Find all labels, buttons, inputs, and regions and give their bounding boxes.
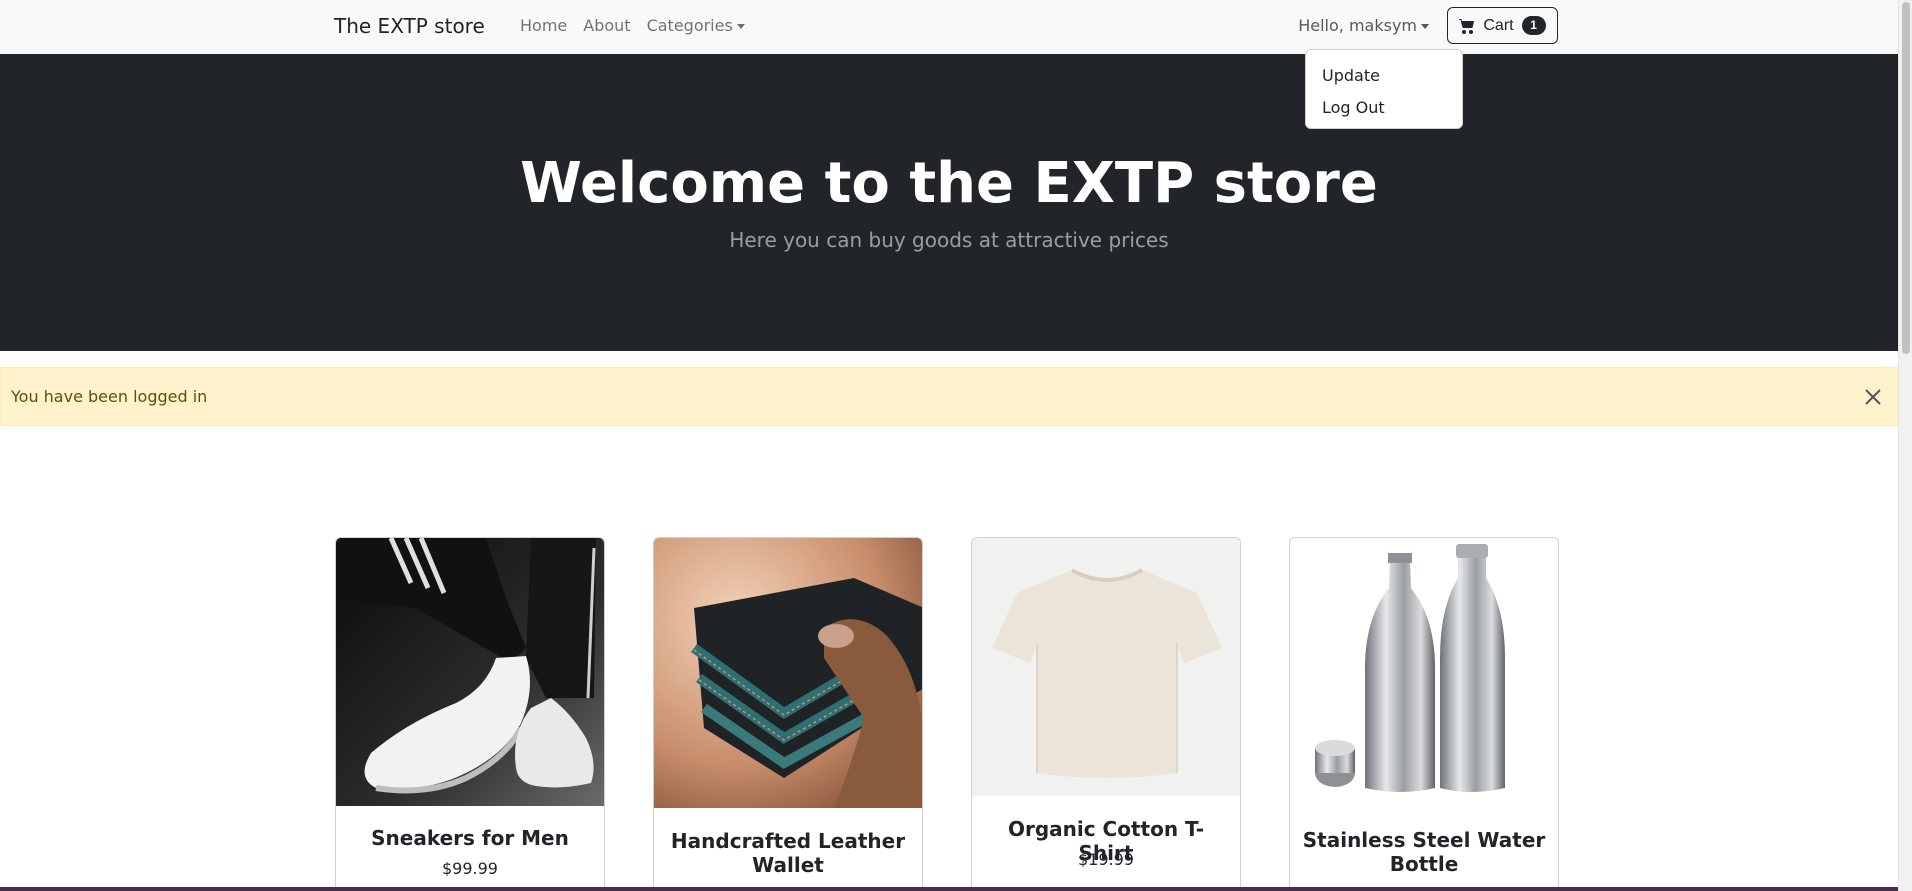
nav-link-home[interactable]: Home (520, 16, 567, 36)
product-card-sneakers[interactable]: Sneakers for Men $99.99 (335, 537, 605, 891)
wallet-image (654, 538, 922, 808)
product-card-tshirt[interactable]: Organic Cotton T-Shirt $19.99 (971, 537, 1241, 891)
scrollbar-thumb[interactable] (1902, 2, 1910, 354)
nav-link-about[interactable]: About (583, 16, 630, 36)
user-menu-toggle[interactable]: Hello, maksym (1298, 16, 1429, 36)
navbar-container: The EXTP store Home About Categories Hel… (334, 0, 1558, 54)
product-price: $19.99 (1078, 850, 1134, 869)
product-price: $99.99 (442, 859, 498, 878)
product-title[interactable]: Sneakers for Men (346, 826, 594, 850)
brand-link[interactable]: The EXTP store (334, 14, 485, 38)
product-image-wallet[interactable] (654, 538, 922, 808)
product-card-bottle[interactable]: Stainless Steel Water Bottle (1289, 537, 1559, 891)
nav-links: Home About Categories (520, 16, 761, 36)
hero-subtitle: Here you can buy goods at attractive pri… (729, 228, 1169, 252)
categories-label: Categories (646, 16, 733, 35)
dropdown-item-update[interactable]: Update (1306, 60, 1462, 92)
product-title[interactable]: Handcrafted Leather Wallet (664, 829, 912, 877)
product-title[interactable]: Stainless Steel Water Bottle (1300, 828, 1548, 876)
cart-button[interactable]: Cart 1 (1447, 7, 1558, 44)
cart-label: Cart (1483, 16, 1514, 34)
user-greeting: Hello, maksym (1298, 16, 1417, 35)
tshirt-image (972, 538, 1240, 796)
nav-categories-dropdown[interactable]: Categories (647, 16, 745, 36)
cart-count-badge: 1 (1521, 16, 1546, 35)
product-card-wallet[interactable]: Handcrafted Leather Wallet (653, 537, 923, 891)
cart-icon (1459, 18, 1475, 34)
product-image-bottle[interactable] (1290, 538, 1558, 808)
page-scrollbar[interactable] (1898, 0, 1912, 891)
navbar: The EXTP store Home About Categories Hel… (0, 0, 1898, 54)
caret-down-icon (736, 24, 745, 29)
product-image-sneakers[interactable] (336, 538, 604, 806)
user-dropdown-menu: Update Log Out (1305, 49, 1463, 129)
sneakers-image (336, 538, 604, 806)
product-image-tshirt[interactable] (972, 538, 1240, 796)
water-bottle-image (1290, 538, 1558, 808)
hero-banner: Welcome to the EXTP store Here you can b… (0, 54, 1898, 351)
alert-message: You have been logged in (11, 387, 208, 406)
hero-title: Welcome to the EXTP store (520, 151, 1378, 216)
login-alert: You have been logged in (0, 367, 1898, 426)
caret-down-icon (1421, 24, 1429, 29)
close-icon[interactable] (1863, 387, 1883, 407)
dropdown-item-logout[interactable]: Log Out (1306, 92, 1462, 124)
bottom-edge-bar (0, 887, 1898, 891)
